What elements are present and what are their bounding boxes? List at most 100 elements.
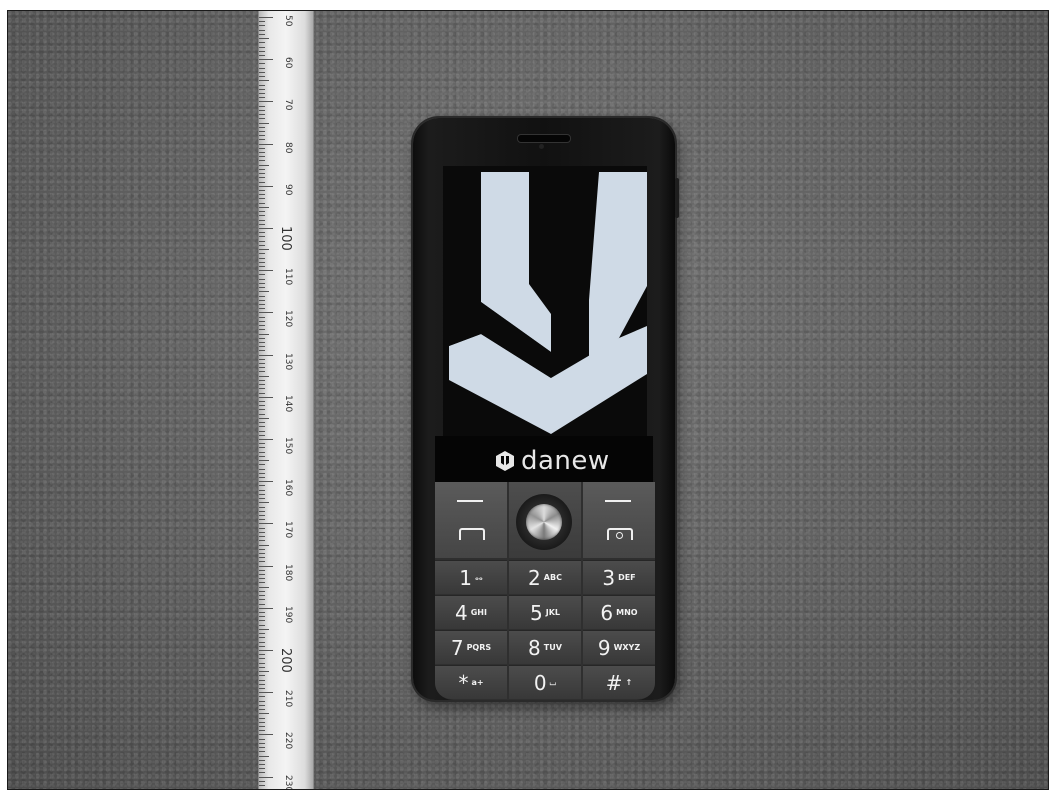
ruler-tick bbox=[259, 33, 265, 35]
left-soft-key[interactable] bbox=[435, 482, 507, 558]
ruler-number: 190 bbox=[283, 605, 293, 623]
key-0[interactable]: 0 ⌴ bbox=[509, 665, 581, 699]
right-soft-key[interactable] bbox=[583, 482, 655, 558]
ruler-tick bbox=[259, 392, 265, 394]
ruler-tick bbox=[259, 742, 265, 744]
ruler-number: 160 bbox=[283, 479, 293, 497]
ruler-tick bbox=[259, 789, 265, 790]
ruler-tick bbox=[259, 17, 273, 18]
ruler-tick bbox=[259, 696, 265, 698]
ruler-tick bbox=[259, 333, 269, 335]
danew-logo-icon bbox=[496, 451, 514, 471]
ruler-tick bbox=[259, 599, 265, 601]
ruler-number: 50 bbox=[283, 15, 293, 27]
ruler-tick bbox=[259, 299, 265, 301]
ruler-tick bbox=[259, 350, 265, 352]
ruler-tick bbox=[259, 303, 265, 305]
ruler-tick bbox=[259, 118, 265, 120]
ruler-tick bbox=[259, 565, 273, 567]
ruler-tick bbox=[259, 181, 265, 183]
ruler-tick bbox=[259, 88, 265, 90]
navigation-pad[interactable] bbox=[509, 482, 581, 558]
ruler-tick bbox=[259, 578, 265, 580]
ruler-tick bbox=[259, 168, 265, 170]
ruler-tick bbox=[259, 401, 265, 403]
ruler-tick bbox=[259, 460, 269, 462]
ruler-number: 130 bbox=[283, 352, 293, 370]
ruler-tick bbox=[259, 772, 265, 774]
ruler-tick bbox=[259, 540, 265, 542]
ruler-tick bbox=[259, 337, 265, 339]
ruler-tick bbox=[259, 624, 265, 626]
ruler-tick bbox=[259, 84, 265, 86]
ruler-tick bbox=[259, 527, 265, 529]
ruler-tick bbox=[259, 548, 265, 550]
ok-button[interactable] bbox=[526, 504, 562, 540]
ruler-number: 230 bbox=[283, 774, 293, 790]
key-star[interactable]: * a+ bbox=[435, 665, 507, 699]
soft-key-bar-icon bbox=[605, 500, 631, 502]
ruler-tick bbox=[259, 202, 265, 204]
ruler-tick bbox=[259, 679, 265, 681]
ruler-tick bbox=[259, 514, 265, 516]
soft-key-bar-icon bbox=[457, 500, 483, 502]
ruler-tick bbox=[259, 586, 269, 588]
ruler-tick bbox=[259, 561, 265, 563]
ruler-tick bbox=[259, 620, 265, 622]
ruler-tick bbox=[259, 71, 265, 73]
ruler-tick bbox=[259, 666, 265, 668]
ruler-tick bbox=[259, 645, 265, 647]
ruler-tick bbox=[259, 375, 269, 377]
ruler-tick bbox=[259, 97, 265, 99]
ruler-tick bbox=[259, 780, 265, 782]
ruler-tick bbox=[259, 232, 265, 234]
keypad: 1 ₒₒ 2 ABC 3 DEF 4 GHI 5 JKL 6 MNO 7 PQR… bbox=[435, 482, 655, 700]
ruler-number: 180 bbox=[283, 563, 293, 581]
ruler-tick bbox=[259, 590, 265, 592]
ruler-tick bbox=[259, 257, 265, 259]
ruler-tick bbox=[259, 557, 265, 559]
ruler-tick bbox=[259, 274, 265, 276]
ruler-tick bbox=[259, 692, 273, 694]
ruler-tick bbox=[259, 455, 265, 457]
ruler-tick bbox=[259, 493, 265, 495]
ruler-tick bbox=[259, 628, 269, 630]
ruler-tick bbox=[259, 768, 265, 770]
ruler-tick bbox=[259, 603, 265, 605]
ruler-tick bbox=[259, 662, 265, 664]
ruler-tick bbox=[259, 379, 265, 381]
key-6[interactable]: 6 MNO bbox=[583, 595, 655, 629]
ruler-tick bbox=[259, 21, 265, 23]
ruler-tick bbox=[259, 46, 265, 48]
ruler-tick bbox=[259, 489, 265, 491]
ruler-tick bbox=[259, 536, 265, 538]
ruler-number: 70 bbox=[283, 99, 293, 111]
ruler-number: 90 bbox=[283, 183, 293, 196]
ruler-tick bbox=[259, 738, 265, 740]
ruler-tick bbox=[259, 721, 265, 723]
key-hash[interactable]: # ↑ bbox=[583, 665, 655, 699]
key-7[interactable]: 7 PQRS bbox=[435, 630, 507, 664]
ruler-tick bbox=[259, 363, 265, 365]
ruler-tick bbox=[259, 426, 265, 428]
ruler-tick bbox=[259, 215, 265, 217]
ruler-tick bbox=[259, 709, 265, 711]
key-1[interactable]: 1 ₒₒ bbox=[435, 560, 507, 594]
key-5[interactable]: 5 JKL bbox=[509, 595, 581, 629]
key-9[interactable]: 9 WXYZ bbox=[583, 630, 655, 664]
ruler-tick bbox=[259, 447, 265, 449]
ruler-tick bbox=[259, 325, 265, 327]
key-2[interactable]: 2 ABC bbox=[509, 560, 581, 594]
ruler-tick bbox=[259, 130, 265, 132]
ruler-tick bbox=[259, 468, 265, 470]
ruler-tick bbox=[259, 147, 265, 149]
ruler-tick bbox=[259, 531, 265, 533]
ruler-tick bbox=[259, 329, 265, 331]
ruler-tick bbox=[259, 498, 265, 500]
feature-phone: danew 1 ₒₒ 2 ABC 3 DEF 4 GHI 5 JKL 6 MNO… bbox=[413, 118, 679, 700]
key-8[interactable]: 8 TUV bbox=[509, 630, 581, 664]
ruler-tick bbox=[259, 388, 265, 390]
key-3[interactable]: 3 DEF bbox=[583, 560, 655, 594]
ruler-tick bbox=[259, 713, 269, 715]
key-4[interactable]: 4 GHI bbox=[435, 595, 507, 629]
